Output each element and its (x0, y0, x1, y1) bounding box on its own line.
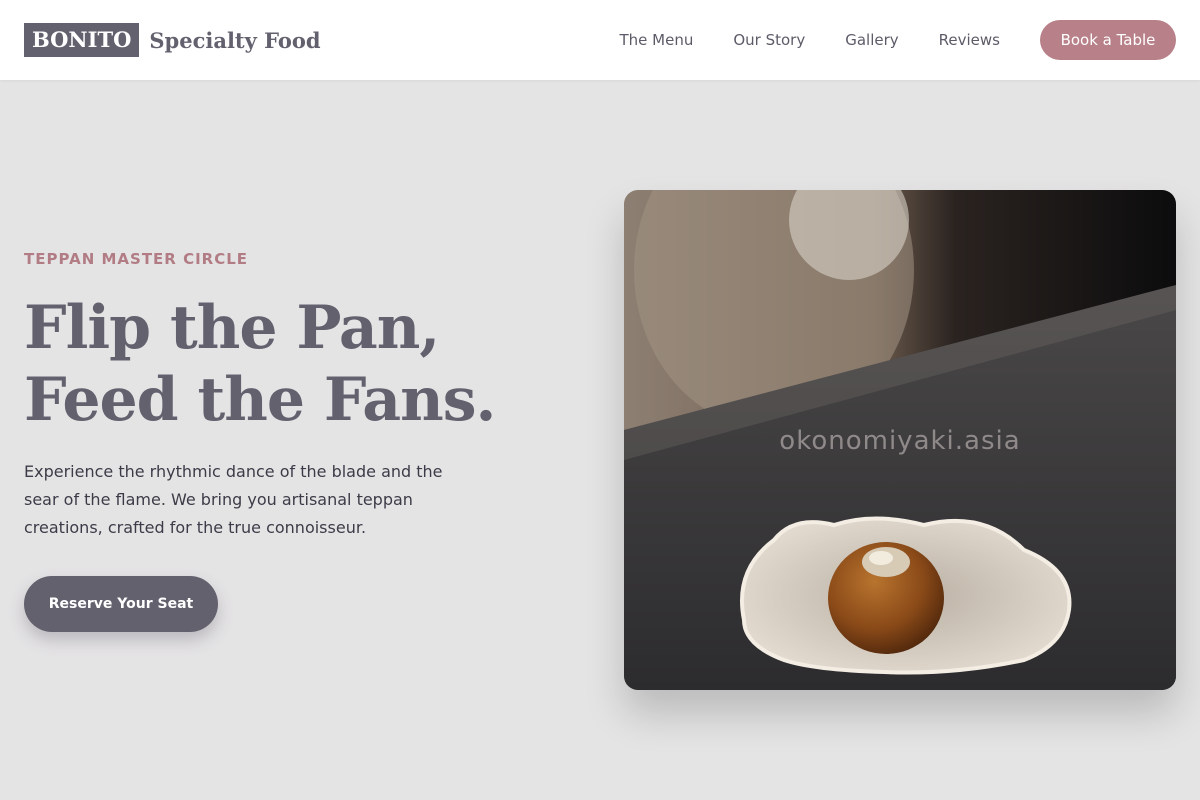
reserve-seat-button[interactable]: Reserve Your Seat (24, 576, 218, 632)
hero-content: TEPPAN MASTER CIRCLE Flip the Pan, Feed … (24, 250, 584, 632)
nav-link-menu[interactable]: The Menu (619, 31, 693, 49)
main-nav: The Menu Our Story Gallery Reviews Book … (619, 20, 1176, 60)
nav-link-reviews[interactable]: Reviews (939, 31, 1000, 49)
hero-headline: Flip the Pan, Feed the Fans. (24, 292, 584, 436)
image-watermark: okonomiyaki.asia (779, 426, 1021, 456)
hero-food-image: okonomiyaki.asia (624, 190, 1176, 690)
headline-line-1: Flip the Pan, (24, 293, 440, 363)
nav-link-our-story[interactable]: Our Story (733, 31, 805, 49)
logo-text: Specialty Food (149, 27, 321, 53)
book-table-button[interactable]: Book a Table (1040, 20, 1176, 60)
site-header: BONITO Specialty Food The Menu Our Story… (0, 0, 1200, 80)
logo-box: BONITO (24, 23, 140, 57)
logo[interactable]: BONITO Specialty Food (24, 23, 321, 57)
hero-description: Experience the rhythmic dance of the bla… (24, 462, 443, 537)
nav-link-gallery[interactable]: Gallery (845, 31, 898, 49)
headline-line-2: Feed the Fans. (24, 365, 496, 435)
hero-eyebrow: TEPPAN MASTER CIRCLE (24, 250, 249, 268)
